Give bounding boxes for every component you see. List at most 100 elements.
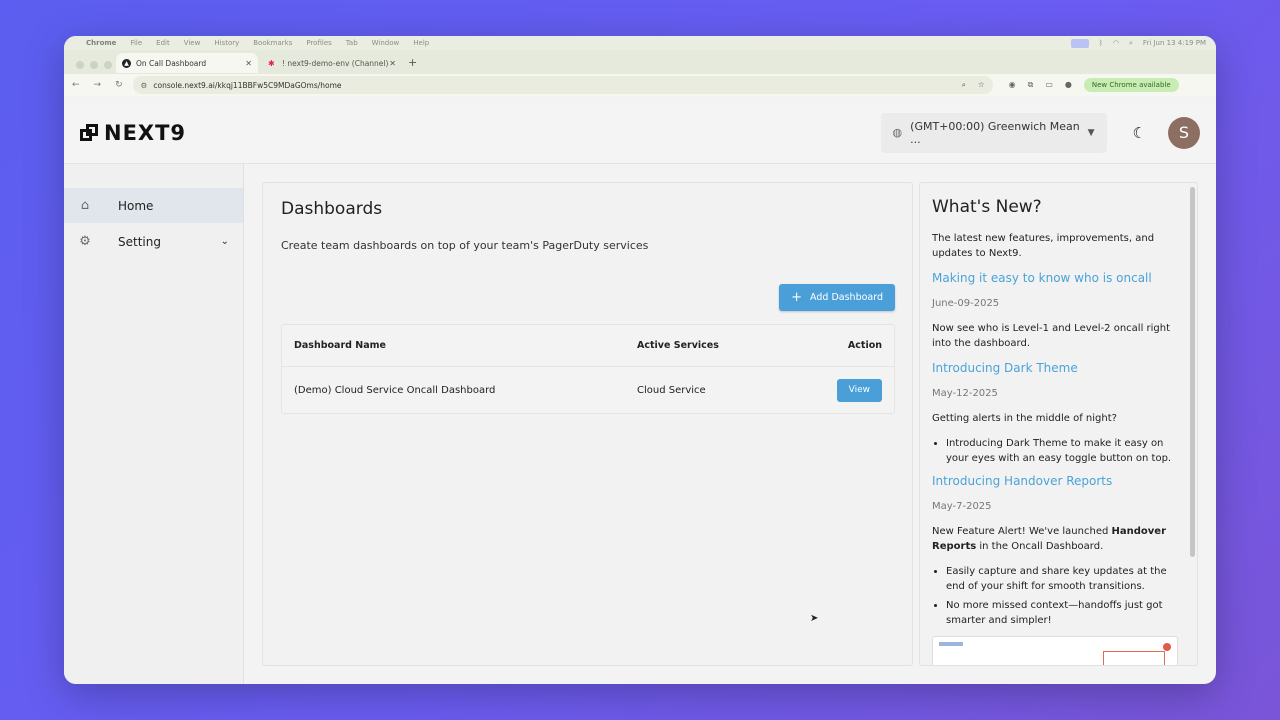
sidebar-item-label: Home: [118, 198, 154, 213]
news-entry-date: May-12-2025: [932, 388, 998, 399]
menu-help[interactable]: Help: [413, 39, 429, 47]
news-entry-body: Now see who is Level-1 and Level-2 oncal…: [932, 323, 1171, 349]
add-dashboard-button[interactable]: + Add Dashboard: [779, 284, 895, 311]
tab-title: ! next9-demo-env (Channel): [282, 58, 389, 68]
zoom-icon[interactable]: ⌕: [962, 80, 966, 90]
menubar-tray: ᛒ ◠ ⌕ Fri Jun 13 4:19 PM: [1070, 38, 1206, 48]
menu-file[interactable]: File: [130, 39, 142, 47]
news-entry-body: Getting alerts in the middle of night?: [932, 413, 1117, 424]
handover-report-screenshot: [932, 636, 1178, 665]
scrollbar[interactable]: [1190, 187, 1195, 557]
forward-icon[interactable]: →: [94, 80, 102, 90]
news-entry-body: New Feature Alert! We've launched Handov…: [932, 524, 1185, 554]
menu-profiles[interactable]: Profiles: [306, 39, 331, 47]
menu-app-name[interactable]: Chrome: [86, 39, 116, 47]
gear-icon: ⚙: [79, 234, 91, 249]
news-entry-title[interactable]: Introducing Dark Theme: [932, 361, 1185, 376]
news-entry-date: June-09-2025: [932, 298, 1000, 309]
menu-tab[interactable]: Tab: [346, 39, 358, 47]
news-entry-date: May-7-2025: [932, 501, 992, 512]
close-tab-icon[interactable]: ✕: [245, 59, 252, 68]
side-panel-icon[interactable]: ▭: [1045, 80, 1053, 90]
whats-new-panel: What's New? The latest new features, imp…: [919, 182, 1198, 666]
menu-view[interactable]: View: [184, 39, 201, 47]
new-tab-button[interactable]: +: [408, 56, 417, 69]
thumb-avatar: [1163, 643, 1171, 651]
extension-icon[interactable]: ◉: [1009, 80, 1016, 90]
menu-window[interactable]: Window: [372, 39, 400, 47]
logo-mark-icon: [80, 123, 100, 142]
news-bullet: No more missed context—handoffs just got…: [946, 598, 1185, 628]
close-window-button[interactable]: [76, 61, 84, 69]
next9-favicon-icon: ▲: [122, 58, 131, 68]
logo-text: NEXT9: [104, 120, 187, 145]
tab-title: On Call Dashboard: [136, 58, 207, 68]
thumb-highlight-box: [1103, 651, 1165, 665]
table-row: (Demo) Cloud Service Oncall Dashboard Cl…: [282, 367, 894, 413]
tab-slack-channel[interactable]: ✱ ! next9-demo-env (Channel) ✕: [262, 54, 402, 72]
menu-edit[interactable]: Edit: [156, 39, 170, 47]
news-body-text: New Feature Alert! We've launched: [932, 526, 1112, 537]
thumb-logo: [939, 642, 963, 646]
new-chrome-available-button[interactable]: New Chrome available: [1083, 78, 1179, 92]
page-title: Dashboards: [281, 199, 383, 219]
active-services-cell: Cloud Service: [637, 384, 706, 396]
dashboard-name-cell: (Demo) Cloud Service Oncall Dashboard: [294, 384, 496, 396]
whats-new-intro: The latest new features, improvements, a…: [932, 233, 1155, 259]
timezone-value: (GMT+00:00) Greenwich Mean ...: [910, 119, 1080, 146]
whats-new-title: What's New?: [932, 197, 1042, 217]
back-icon[interactable]: ←: [72, 80, 80, 90]
dark-theme-toggle-moon-icon[interactable]: ☾: [1133, 124, 1146, 142]
app-header: NEXT9 ◍ (GMT+00:00) Greenwich Mean ... ▼…: [64, 102, 1216, 164]
add-dashboard-label: Add Dashboard: [810, 292, 883, 303]
plus-icon: +: [791, 290, 803, 305]
table-header: Dashboard Name Active Services Action: [282, 325, 894, 367]
window-controls: [76, 61, 112, 69]
next9-logo[interactable]: NEXT9: [80, 121, 186, 145]
address-bar-row: ← → ↻ ⚙ console.next9.ai/kkqj11BBFw5C9MD…: [64, 74, 1216, 96]
globe-icon: ◍: [892, 126, 903, 139]
action-cell: View: [807, 378, 882, 402]
news-bullet: Easily capture and share key updates at …: [946, 564, 1185, 594]
bluetooth-icon[interactable]: ᛒ: [1099, 39, 1103, 47]
chevron-down-icon[interactable]: ⌄: [221, 236, 229, 247]
tray-highlight-icon[interactable]: [1070, 38, 1089, 48]
url-text[interactable]: console.next9.ai/kkqj11BBFw5C9MDaGOms/ho…: [153, 81, 341, 90]
sidebar-item-label: Setting: [118, 234, 161, 249]
extensions-puzzle-icon[interactable]: ⧉: [1028, 80, 1034, 90]
dashboards-table: Dashboard Name Active Services Action (D…: [281, 324, 895, 414]
dashboards-panel: Dashboards Create team dashboards on top…: [262, 182, 913, 666]
menu-bookmarks[interactable]: Bookmarks: [253, 39, 292, 47]
sidebar: ⌂ Home ⚙ Setting ⌄: [64, 164, 244, 684]
user-avatar[interactable]: S: [1168, 116, 1200, 149]
reload-icon[interactable]: ↻: [115, 80, 123, 90]
news-entry-bullets: Introducing Dark Theme to make it easy o…: [932, 436, 1185, 466]
sidebar-item-setting[interactable]: ⚙ Setting ⌄: [64, 224, 243, 259]
menubar-clock[interactable]: Fri Jun 13 4:19 PM: [1143, 39, 1206, 47]
url-field[interactable]: ⚙ console.next9.ai/kkqj11BBFw5C9MDaGOms/…: [132, 76, 993, 94]
wifi-icon[interactable]: ◠: [1113, 39, 1119, 47]
profile-icon[interactable]: ●: [1065, 80, 1072, 90]
extensions-area: ◉ ⧉ ▭ ●: [1009, 80, 1072, 90]
minimize-window-button[interactable]: [90, 61, 98, 69]
url-actions: ⌕ ☆: [962, 80, 985, 90]
close-tab-icon[interactable]: ✕: [389, 59, 396, 68]
menu-history[interactable]: History: [214, 39, 239, 47]
view-dashboard-button[interactable]: View: [836, 378, 882, 402]
column-header-dashboard-name: Dashboard Name: [294, 340, 386, 351]
news-entry-title[interactable]: Introducing Handover Reports: [932, 474, 1185, 489]
slack-favicon-icon: ✱: [268, 58, 275, 68]
page-description: Create team dashboards on top of your te…: [281, 239, 649, 252]
news-entry-bullets: Easily capture and share key updates at …: [932, 564, 1185, 628]
news-bullet: Introducing Dark Theme to make it easy o…: [946, 436, 1185, 466]
site-info-icon[interactable]: ⚙: [141, 81, 148, 90]
column-header-action: Action: [847, 340, 882, 351]
zoom-window-button[interactable]: [104, 61, 112, 69]
browser-window: Chrome File Edit View History Bookmarks …: [64, 36, 1216, 684]
search-icon[interactable]: ⌕: [1129, 39, 1133, 48]
bookmark-star-icon[interactable]: ☆: [978, 80, 985, 90]
timezone-select[interactable]: ◍ (GMT+00:00) Greenwich Mean ... ▼: [880, 112, 1107, 153]
news-entry-title[interactable]: Making it easy to know who is oncall: [932, 271, 1185, 286]
sidebar-item-home[interactable]: ⌂ Home: [64, 188, 243, 223]
tab-on-call-dashboard[interactable]: ▲ On Call Dashboard ✕: [116, 53, 258, 73]
